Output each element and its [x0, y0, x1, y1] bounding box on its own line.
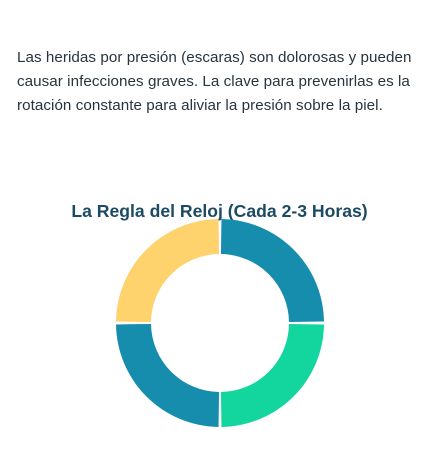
donut-slice-2: [220, 323, 324, 427]
donut-slice-4: [116, 219, 220, 323]
content-section: Las heridas por presión (escaras) son do…: [17, 46, 427, 117]
donut-slice-3: [116, 323, 220, 427]
intro-paragraph: Las heridas por presión (escaras) son do…: [17, 49, 412, 114]
donut-slice-1: [220, 219, 324, 323]
chart-container: [113, 216, 327, 430]
donut-chart: [116, 219, 324, 427]
